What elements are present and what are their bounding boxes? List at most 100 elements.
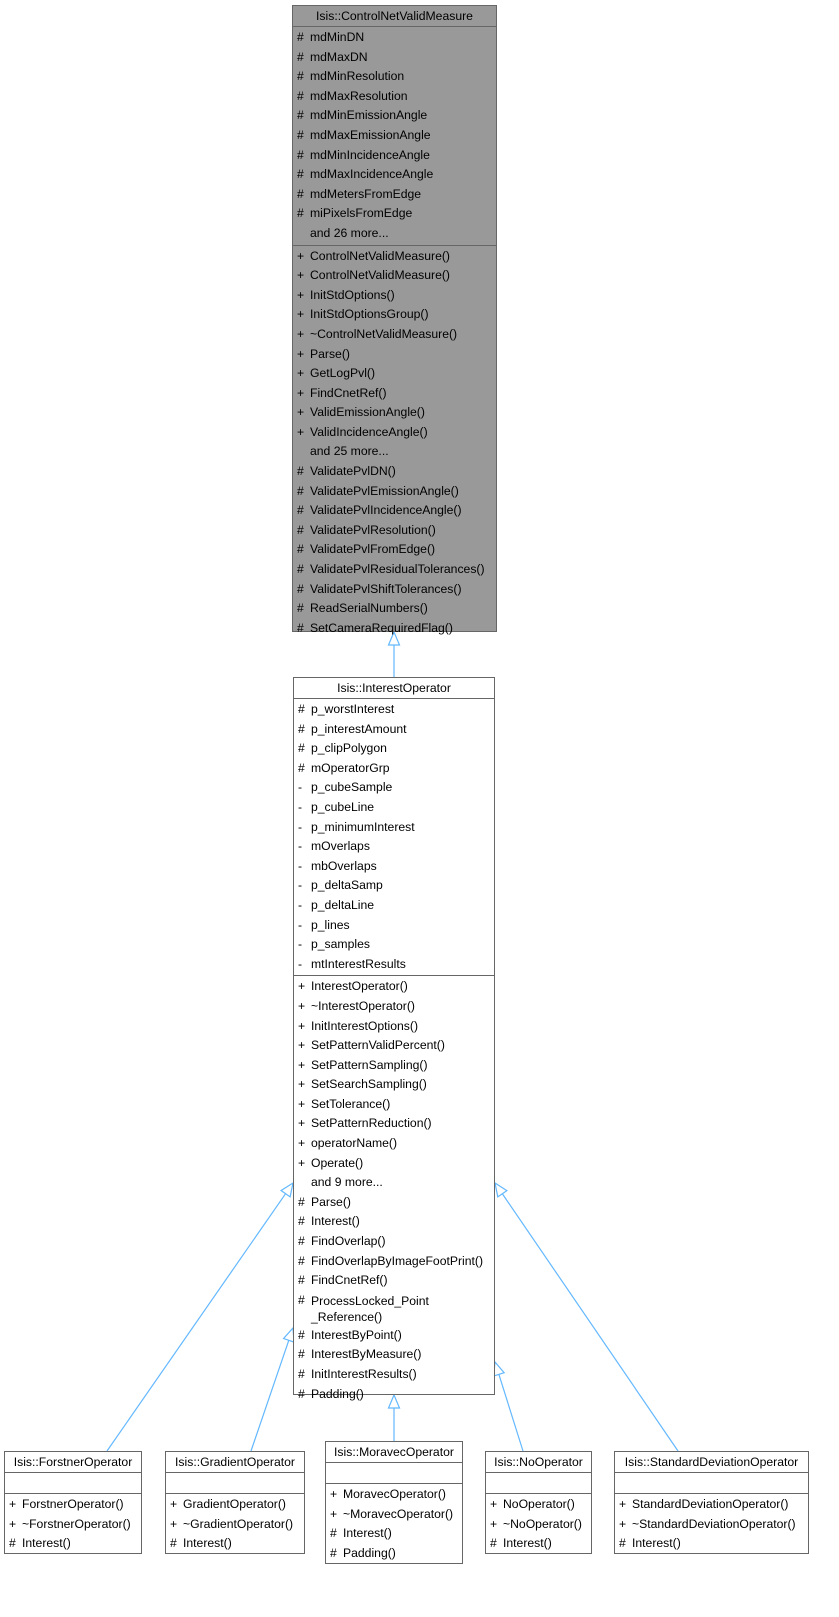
method-row[interactable]: + InterestOperator() <box>294 977 494 997</box>
attribute-row[interactable]: # mdMaxEmissionAngle <box>293 126 496 146</box>
method-row[interactable]: + ~NoOperator() <box>486 1515 591 1535</box>
class-box-no-operator[interactable]: Isis::NoOperator + NoOperator() + ~NoOperat… <box>485 1451 592 1554</box>
attribute-row[interactable]: # mdMetersFromEdge <box>293 185 496 205</box>
class-title[interactable]: Isis::MoravecOperator <box>326 1442 462 1463</box>
method-row[interactable]: + ~InterestOperator() <box>294 997 494 1017</box>
class-box-standard-deviation-operator[interactable]: Isis::StandardDeviationOperator + Standar… <box>614 1451 809 1554</box>
method-row[interactable]: # ValidatePvlIncidenceAngle() <box>293 501 496 521</box>
attribute-row[interactable]: # mdMaxIncidenceAngle <box>293 165 496 185</box>
method-row[interactable]: + StandardDeviationOperator() <box>615 1495 808 1515</box>
method-row[interactable]: # ValidatePvlEmissionAngle() <box>293 482 496 502</box>
method-row[interactable]: + InitStdOptions() <box>293 286 496 306</box>
attribute-row[interactable]: - p_lines <box>294 916 494 936</box>
method-row[interactable]: # FindCnetRef() <box>294 1271 494 1291</box>
method-row[interactable]: # InterestByMeasure() <box>294 1345 494 1365</box>
method-row[interactable]: + ControlNetValidMeasure() <box>293 247 496 267</box>
class-title[interactable]: Isis::ControlNetValidMeasure <box>293 6 496 27</box>
method-row[interactable]: + InitStdOptionsGroup() <box>293 305 496 325</box>
attribute-row[interactable]: # p_interestAmount <box>294 720 494 740</box>
attribute-row[interactable]: # mOperatorGrp <box>294 759 494 779</box>
method-row[interactable]: # ReadSerialNumbers() <box>293 599 496 619</box>
method-row[interactable]: # ValidatePvlFromEdge() <box>293 540 496 560</box>
method-row[interactable]: # Interest() <box>166 1534 304 1554</box>
class-title[interactable]: Isis::InterestOperator <box>294 678 494 699</box>
attribute-row[interactable]: # miPixelsFromEdge <box>293 204 496 224</box>
attribute-row[interactable]: # mdMinEmissionAngle <box>293 106 496 126</box>
class-box-control-net-valid-measure[interactable]: Isis::ControlNetValidMeasure # mdMinDN # md… <box>292 5 497 635</box>
method-row[interactable]: + GradientOperator() <box>166 1495 304 1515</box>
attribute-row[interactable]: - p_deltaSamp <box>294 876 494 896</box>
method-row[interactable]: # Interest() <box>5 1534 141 1554</box>
method-row[interactable]: + SetTolerance() <box>294 1095 494 1115</box>
method-row[interactable]: # ValidatePvlDN() <box>293 462 496 482</box>
attribute-row[interactable]: - mtInterestResults <box>294 955 494 975</box>
member-name: MoravecOperator() <box>343 1487 446 1501</box>
class-box-moravec-operator[interactable]: Isis::MoravecOperator + MoravecOperator()… <box>325 1441 463 1564</box>
member-name: p_samples <box>311 937 370 952</box>
class-title[interactable]: Isis::GradientOperator <box>166 1452 304 1473</box>
attribute-row[interactable]: - p_minimumInterest <box>294 818 494 838</box>
method-row[interactable]: + NoOperator() <box>486 1495 591 1515</box>
attributes-section <box>166 1473 304 1494</box>
attribute-row[interactable]: # mdMaxResolution <box>293 87 496 107</box>
class-box-forstner-operator[interactable]: Isis::ForstnerOperator + ForstnerOperator… <box>4 1451 142 1554</box>
more-members-link[interactable]: and 25 more... <box>293 442 496 462</box>
method-row[interactable]: # Parse() <box>294 1193 494 1213</box>
method-row[interactable]: + GetLogPvl() <box>293 364 496 384</box>
class-title[interactable]: Isis::StandardDeviationOperator <box>615 1452 808 1473</box>
method-row[interactable]: # FindOverlapByImageFootPrint() <box>294 1252 494 1272</box>
method-row[interactable]: + ForstnerOperator() <box>5 1495 141 1515</box>
method-row[interactable]: + ~ForstnerOperator() <box>5 1515 141 1535</box>
more-members-link[interactable]: and 9 more... <box>294 1173 494 1193</box>
attribute-row[interactable]: - mbOverlaps <box>294 857 494 877</box>
method-row[interactable]: + ~ControlNetValidMeasure() <box>293 325 496 345</box>
method-row[interactable]: # ValidatePvlResolution() <box>293 521 496 541</box>
class-title[interactable]: Isis::NoOperator <box>486 1452 591 1473</box>
class-title[interactable]: Isis::ForstnerOperator <box>5 1452 141 1473</box>
method-row[interactable]: # ValidatePvlShiftTolerances() <box>293 580 496 600</box>
method-row[interactable]: # Padding() <box>326 1544 462 1564</box>
method-row[interactable]: # Interest() <box>486 1534 591 1554</box>
method-row[interactable]: # Interest() <box>615 1534 808 1554</box>
visibility-marker: + <box>298 1096 306 1111</box>
class-box-interest-operator[interactable]: Isis::InterestOperator # p_worstInterest #… <box>293 677 495 1401</box>
method-row[interactable]: + operatorName() <box>294 1134 494 1154</box>
method-row[interactable]: + MoravecOperator() <box>326 1485 462 1505</box>
attribute-row[interactable]: # mdMinDN <box>293 28 496 48</box>
method-row[interactable]: + ControlNetValidMeasure() <box>293 266 496 286</box>
method-row[interactable]: + FindCnetRef() <box>293 384 496 404</box>
method-row[interactable]: + InitInterestOptions() <box>294 1017 494 1037</box>
method-row[interactable]: + ~MoravecOperator() <box>326 1505 462 1525</box>
method-row[interactable]: + Operate() <box>294 1154 494 1174</box>
attribute-row[interactable]: # p_clipPolygon <box>294 739 494 759</box>
more-members-link[interactable]: and 26 more... <box>293 224 496 244</box>
method-row[interactable]: + SetPatternValidPercent() <box>294 1036 494 1056</box>
method-row[interactable]: + SetSearchSampling() <box>294 1075 494 1095</box>
attribute-row[interactable]: - p_cubeLine <box>294 798 494 818</box>
attribute-row[interactable]: # mdMinIncidenceAngle <box>293 146 496 166</box>
method-row[interactable]: + SetPatternSampling() <box>294 1056 494 1076</box>
attribute-row[interactable]: # mdMaxDN <box>293 48 496 68</box>
method-row[interactable]: + Parse() <box>293 345 496 365</box>
method-row[interactable]: + ~GradientOperator() <box>166 1515 304 1535</box>
attribute-row[interactable]: - p_deltaLine <box>294 896 494 916</box>
class-box-gradient-operator[interactable]: Isis::GradientOperator + GradientOperator… <box>165 1451 305 1554</box>
attribute-row[interactable]: - p_cubeSample <box>294 778 494 798</box>
method-row[interactable]: + ValidEmissionAngle() <box>293 403 496 423</box>
method-row[interactable]: # Interest() <box>294 1212 494 1232</box>
method-row[interactable]: # Interest() <box>326 1524 462 1544</box>
method-row[interactable]: + ValidIncidenceAngle() <box>293 423 496 443</box>
method-row[interactable]: # InitInterestResults() <box>294 1365 494 1385</box>
attribute-row[interactable]: # p_worstInterest <box>294 700 494 720</box>
attribute-row[interactable]: - mOverlaps <box>294 837 494 857</box>
attribute-row[interactable]: - p_samples <box>294 935 494 955</box>
method-row[interactable]: # FindOverlap() <box>294 1232 494 1252</box>
method-row[interactable]: # Padding() <box>294 1385 494 1405</box>
method-row[interactable]: # ValidatePvlResidualTolerances() <box>293 560 496 580</box>
method-row[interactable]: # ProcessLocked_Point _Reference() <box>294 1291 494 1326</box>
method-row[interactable]: + ~StandardDeviationOperator() <box>615 1515 808 1535</box>
attribute-row[interactable]: # mdMinResolution <box>293 67 496 87</box>
method-row[interactable]: # InterestByPoint() <box>294 1326 494 1346</box>
method-row[interactable]: # SetCameraRequiredFlag() <box>293 619 496 639</box>
method-row[interactable]: + SetPatternReduction() <box>294 1114 494 1134</box>
